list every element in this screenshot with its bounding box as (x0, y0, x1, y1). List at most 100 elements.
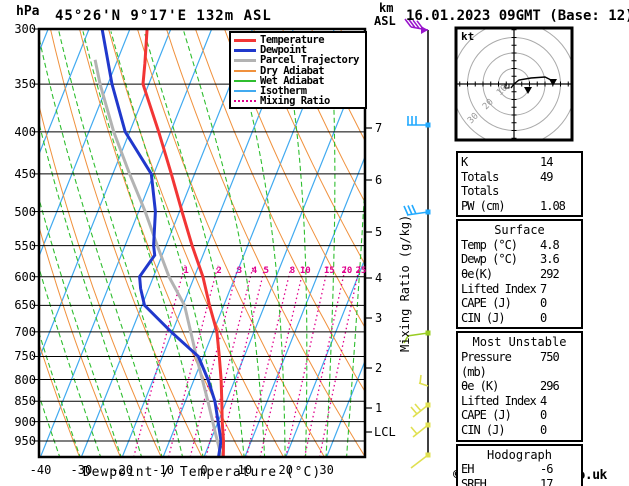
km-unit-label: km (379, 1, 394, 15)
stats-key: θe(K) (461, 267, 493, 282)
stats-row: Totals Totals 49 (461, 170, 578, 199)
stats-key: K (461, 155, 468, 169)
pressure-tick-label: 700 (14, 324, 36, 339)
stats-key: Totals Totals (461, 169, 499, 199)
x-axis-title: Dewpoint / Temperature (°C) (82, 465, 322, 480)
legend-swatch (234, 38, 256, 42)
stats-key: PW (cm) (461, 198, 506, 213)
mixing-ratio-label: 1 (183, 266, 189, 276)
stats-value: 750 (540, 349, 560, 364)
stats-key: CIN (J) (461, 310, 506, 325)
stats-key: Lifted Index (461, 393, 537, 408)
stats-box: Surface Temp (°C) 4.8 Dewp (°C) 3.6 θe(K) 292 L… (456, 219, 583, 330)
legend-swatch (234, 69, 256, 72)
km-tick-label: 7 (375, 121, 383, 135)
stats-box: Most Unstable Pressure (mb) 750 θe (K) 296 Li… (456, 331, 583, 442)
stats-key: Temp (°C) (461, 237, 518, 252)
stats-value: 1.08 (540, 198, 566, 213)
stats-row: CAPE (J) 0 (461, 408, 578, 423)
stats-key: SREH (461, 476, 487, 486)
pressure-tick-label: 550 (14, 238, 36, 253)
pressure-tick-label: 600 (14, 269, 36, 284)
stats-key: Dewp (°C) (461, 252, 518, 267)
stats-value: 3.6 (540, 252, 560, 267)
lcl-label: LCL (374, 425, 396, 439)
km-tick-label: 4 (375, 271, 383, 285)
pressure-tick-label: 750 (14, 349, 36, 364)
pressure-tick-label: 950 (14, 433, 36, 448)
pressure-tick-label: 900 (14, 414, 36, 429)
mixing-ratio-label: 15 (323, 266, 335, 276)
pressure-tick-label: 350 (14, 77, 36, 92)
km-tick-label: 5 (375, 225, 383, 239)
legend-swatch (234, 79, 256, 82)
mixing-ratio-label: 25 (355, 266, 367, 276)
stats-value: 292 (540, 267, 560, 282)
stats-panel: K 14 Totals Totals 49 PW (cm) 1.08 Surface Temp… (456, 151, 583, 486)
asl-unit-label: ASL (374, 14, 396, 28)
stats-row: θe (K) 296 (461, 379, 578, 394)
stats-key: EH (461, 462, 474, 476)
mixing-ratio-label: 5 (263, 266, 270, 276)
stats-box-title: Most Unstable (472, 335, 567, 350)
stats-key: CAPE (J) (461, 408, 512, 423)
km-tick-label: 6 (375, 173, 383, 187)
station-title: 45°26'N 9°17'E 132m ASL (55, 8, 272, 24)
stats-value: 4 (540, 393, 547, 408)
legend-swatch (234, 90, 256, 93)
legend-row: Mixing Ratio (234, 96, 365, 106)
stats-row: CIN (J) 0 (461, 311, 578, 326)
stats-row: EH -6 (461, 462, 578, 477)
hodograph-unit-label: kt (461, 30, 475, 43)
pressure-tick-label: 650 (14, 298, 36, 313)
stats-value: 296 (540, 379, 560, 394)
pressure-unit-label: hPa (16, 4, 40, 19)
stats-key: CIN (J) (461, 422, 506, 437)
legend-label: Mixing Ratio (260, 95, 330, 108)
stats-value: 17 (540, 476, 553, 486)
stats-row: Lifted Index 4 (461, 394, 578, 409)
datetime-label: 16.01.2023 09GMT (Base: 12) (406, 8, 629, 24)
legend-box: Temperature Dewpoint Parcel Trajectory Dry … (229, 31, 367, 110)
stats-box-title: Hodograph (486, 447, 553, 462)
stats-row: CAPE (J) 0 (461, 296, 578, 311)
stats-row: Pressure (mb) 750 (461, 350, 578, 379)
stats-value: -6 (540, 462, 553, 476)
stats-box-title: Surface (494, 223, 545, 238)
km-tick-label: 2 (375, 361, 383, 375)
stats-row: K 14 (461, 155, 578, 170)
stats-value: 49 (540, 169, 553, 184)
stats-row: Temp (°C) 4.8 (461, 238, 578, 253)
stats-value: 7 (540, 281, 547, 296)
mixing-ratio-label: 2 (216, 266, 222, 276)
stats-box: HodographEH-6SREH17StmDir291°StmSpd (kt)… (456, 443, 583, 486)
km-tick-label: 1 (375, 401, 383, 415)
stats-key: Lifted Index (461, 281, 537, 296)
legend-swatch (234, 100, 256, 103)
stats-value: 14 (540, 155, 553, 169)
stats-value: 4.8 (540, 237, 560, 252)
stats-row: θe(K) 292 (461, 267, 578, 282)
sounding-chart-app: 10 20 30 hPa 45°26'N 9°17'E 132m ASL km AS… (0, 0, 629, 486)
mixing-ratio-axis-title: Mixing Ratio (g/kg) (398, 214, 412, 352)
mixing-ratio-label: 3 (236, 266, 243, 276)
mixing-ratio-label: 20 (341, 266, 353, 276)
km-tick-label: 3 (375, 311, 383, 325)
pressure-tick-label: 300 (14, 22, 36, 36)
pressure-tick-label: 450 (14, 166, 36, 181)
stats-value: 0 (540, 310, 547, 325)
stats-key: CAPE (J) (461, 296, 512, 311)
pressure-tick-label: 800 (14, 372, 36, 387)
legend-label: Parcel Trajectory (260, 54, 359, 67)
stats-value: 0 (540, 296, 547, 311)
pressure-tick-label: 850 (14, 394, 36, 409)
stats-box: K 14 Totals Totals 49 PW (cm) 1.08 (456, 151, 583, 218)
stats-row: CIN (J) 0 (461, 423, 578, 438)
legend-swatch (234, 48, 256, 52)
stats-value: 0 (540, 408, 547, 423)
stats-key: θe (K) (461, 379, 499, 394)
stats-value: 0 (540, 422, 547, 437)
legend-swatch (234, 58, 256, 62)
stats-key: Pressure (mb) (461, 349, 512, 379)
stats-row: SREH 17 (461, 477, 578, 486)
